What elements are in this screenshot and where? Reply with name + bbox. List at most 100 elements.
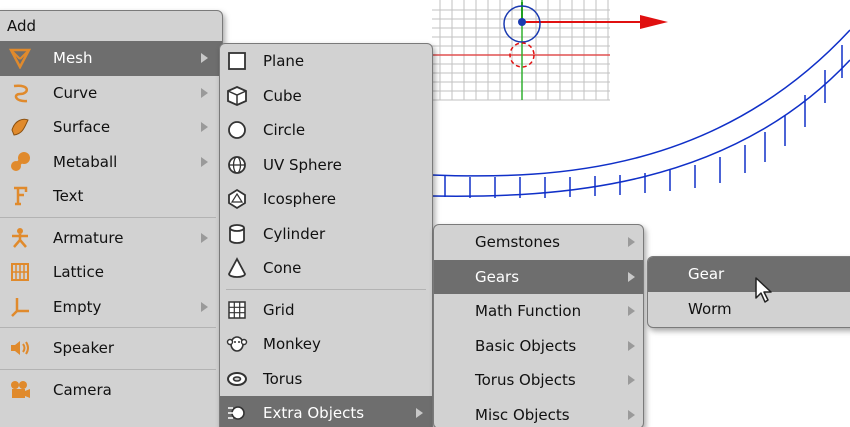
menu-item-label: UV Sphere <box>263 155 342 174</box>
menu-separator <box>0 216 216 218</box>
menu-item-torus-objects[interactable]: Torus Objects <box>434 363 643 398</box>
submenu-arrow-icon <box>416 408 423 419</box>
menu-item-gemstones[interactable]: Gemstones <box>434 225 643 260</box>
submenu-arrow-icon <box>628 375 635 386</box>
submenu-arrow-icon <box>201 53 208 64</box>
menu-item-label: Extra Objects <box>263 404 365 423</box>
extra-objects-icon <box>228 406 245 421</box>
menu-item-label: Worm <box>688 299 732 318</box>
menu-item-empty[interactable]: Empty <box>0 290 222 325</box>
submenu-arrow-icon <box>628 409 635 420</box>
menu-item-label: Lattice <box>53 263 104 282</box>
cone-icon <box>228 257 246 279</box>
menu-item-camera[interactable]: Camera <box>0 373 222 408</box>
menu-item-label: Circle <box>263 121 306 140</box>
menu-item-cube[interactable]: Cube <box>220 79 432 114</box>
menu-item-curve[interactable]: Curve <box>0 76 222 111</box>
menu-item-label: Basic Objects <box>475 336 577 355</box>
submenu-arrow-icon <box>201 156 208 167</box>
menu-separator <box>226 288 426 290</box>
menu-item-label: Surface <box>53 118 111 137</box>
menu-item-mesh[interactable]: Mesh <box>0 41 222 76</box>
add-menu: Add Mesh Curve Surface Metaball Text Arm… <box>0 10 223 427</box>
menu-item-gear[interactable]: Gear <box>648 257 850 292</box>
menu-item-armature[interactable]: Armature <box>0 221 222 256</box>
menu-item-label: Torus <box>263 369 303 388</box>
submenu-arrow-icon <box>201 87 208 98</box>
menu-item-label: Gemstones <box>475 233 560 252</box>
x-gizmo-head <box>640 15 668 29</box>
plane-icon <box>228 52 246 71</box>
menu-item-torus[interactable]: Torus <box>220 362 432 397</box>
submenu-arrow-icon <box>628 340 635 351</box>
extra-objects-submenu: Gemstones Gears Math Function Basic Obje… <box>433 224 644 427</box>
menu-item-circle[interactable]: Circle <box>220 113 432 148</box>
empty-icon <box>11 297 29 317</box>
menu-item-label: Camera <box>53 380 112 399</box>
monkey-icon <box>226 336 248 353</box>
menu-item-misc-objects[interactable]: Misc Objects <box>434 398 643 427</box>
menu-item-metaball[interactable]: Metaball <box>0 145 222 180</box>
submenu-arrow-icon <box>201 122 208 133</box>
menu-item-label: Gear <box>688 265 725 284</box>
grid-icon <box>228 301 246 319</box>
menu-item-label: Icosphere <box>263 190 336 209</box>
menu-item-uv-sphere[interactable]: UV Sphere <box>220 148 432 183</box>
menu-item-label: Math Function <box>475 302 582 321</box>
menu-item-label: Monkey <box>263 335 321 354</box>
menu-item-label: Cone <box>263 259 302 278</box>
menu-separator <box>0 327 216 328</box>
menu-item-cylinder[interactable]: Cylinder <box>220 217 432 252</box>
menu-item-label: Plane <box>263 52 305 71</box>
menu-title: Add <box>7 17 37 35</box>
menu-item-label: Text <box>53 187 84 206</box>
menu-item-label: Empty <box>53 297 102 316</box>
submenu-arrow-icon <box>201 301 208 312</box>
surface-icon <box>11 119 29 136</box>
text-icon <box>14 187 28 206</box>
menu-item-label: Torus Objects <box>475 371 576 390</box>
menu-item-extra-objects[interactable]: Extra Objects <box>220 396 432 427</box>
cube-icon <box>227 85 247 106</box>
armature-icon <box>12 227 28 248</box>
menu-item-label: Curve <box>53 83 98 102</box>
mouse-cursor-icon <box>755 277 772 303</box>
uv-sphere-icon <box>228 155 246 174</box>
menu-item-label: Speaker <box>53 339 115 358</box>
menu-item-label: Mesh <box>53 49 93 68</box>
menu-item-icosphere[interactable]: Icosphere <box>220 182 432 217</box>
menu-item-grid[interactable]: Grid <box>220 293 432 328</box>
menu-item-math-function[interactable]: Math Function <box>434 294 643 329</box>
menu-item-text[interactable]: Text <box>0 179 222 214</box>
menu-item-label: Misc Objects <box>475 405 570 424</box>
icosphere-icon <box>228 189 246 210</box>
menu-item-monkey[interactable]: Monkey <box>220 327 432 362</box>
menu-item-lattice[interactable]: Lattice <box>0 255 222 290</box>
menu-separator <box>0 368 216 370</box>
camera-icon <box>11 380 30 398</box>
submenu-arrow-icon <box>628 306 635 317</box>
submenu-arrow-icon <box>201 232 208 243</box>
menu-item-speaker[interactable]: Speaker <box>0 331 222 366</box>
menu-item-basic-objects[interactable]: Basic Objects <box>434 329 643 364</box>
menu-item-gears[interactable]: Gears <box>434 259 643 294</box>
lattice-icon <box>11 263 29 282</box>
menu-item-label: Gears <box>475 267 520 286</box>
mesh-submenu: Plane Cube Circle UV Sphere Icosphere Cy… <box>219 43 433 427</box>
menu-item-worm[interactable]: Worm <box>648 292 850 327</box>
submenu-arrow-icon <box>628 271 635 282</box>
menu-item-cone[interactable]: Cone <box>220 251 432 286</box>
menu-item-label: Metaball <box>53 152 118 171</box>
gears-submenu: Gear Worm <box>647 256 850 328</box>
menu-item-label: Cylinder <box>263 224 326 243</box>
curve-icon <box>13 84 28 103</box>
torus-icon <box>227 371 247 386</box>
menu-item-label: Cube <box>263 86 302 105</box>
menu-item-label: Grid <box>263 300 295 319</box>
menu-item-plane[interactable]: Plane <box>220 44 432 79</box>
mesh-icon <box>9 49 31 70</box>
menu-item-surface[interactable]: Surface <box>0 110 222 145</box>
metaball-icon <box>11 151 30 171</box>
submenu-arrow-icon <box>628 237 635 248</box>
speaker-icon <box>11 341 29 356</box>
